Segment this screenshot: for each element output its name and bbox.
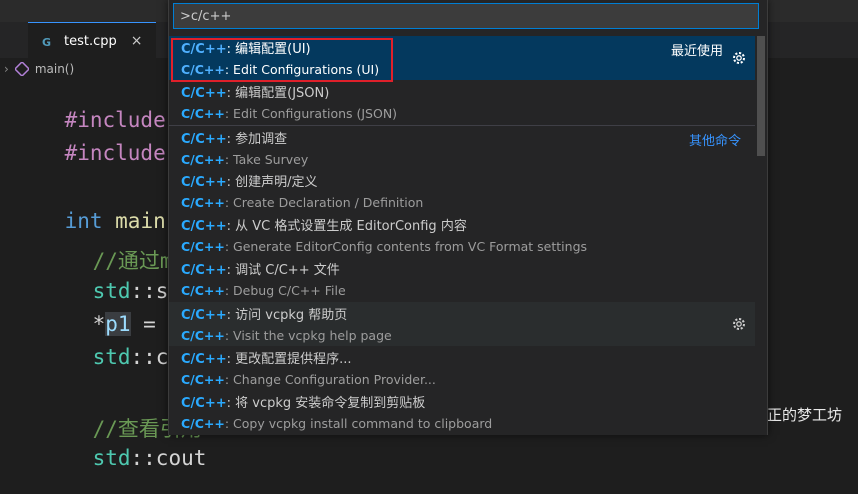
match-prefix: C/C++ [181,131,227,147]
command-label: : 更改配置提供程序... [226,352,352,368]
match-prefix: C/C++ [181,239,225,255]
command-detail: : Copy vcpkg install command to clipboar… [224,416,493,432]
command-item-edit-config-json[interactable]: C/C++: 编辑配置(JSON) C/C++: Edit Configurat… [169,80,755,124]
chevron-right-icon: › [4,62,9,76]
svg-text:G: G [42,36,51,48]
command-label: : 创建声明/定义 [226,174,318,190]
command-detail: : Change Configuration Provider... [224,372,436,388]
gear-icon[interactable] [731,316,747,332]
command-item-create-declaration[interactable]: C/C++: 创建声明/定义 C/C++: Create Declaration… [169,169,755,213]
match-prefix: C/C++ [181,174,227,190]
command-item-take-survey[interactable]: C/C++: 参加调查 C/C++: Take Survey 其他命令 [169,124,755,169]
command-label: : 编辑配置(JSON) [226,86,330,102]
command-item-debug-file[interactable]: C/C++: 调试 C/C++ 文件 C/C++: Debug C/C++ Fi… [169,257,755,301]
close-icon[interactable]: × [131,33,143,49]
tab-test-cpp[interactable]: G test.cpp × [28,22,157,59]
match-prefix: C/C++ [181,194,225,210]
command-item-generate-editorconfig[interactable]: C/C++: 从 VC 格式设置生成 EditorConfig 内容 C/C++… [169,213,755,257]
command-palette: C/C++: 编辑配置(UI) C/C++: Edit Configuratio… [168,0,768,435]
command-list: C/C++: 编辑配置(UI) C/C++: Edit Configuratio… [169,36,755,435]
other-commands-label: 其他命令 [688,133,741,149]
recently-used-label: 最近使用 [670,44,723,59]
command-label: : 从 VC 格式设置生成 EditorConfig 内容 [226,219,467,235]
command-item-edit-config-ui[interactable]: C/C++: 编辑配置(UI) C/C++: Edit Configuratio… [169,36,755,82]
command-detail: : Create Declaration / Definition [224,194,424,210]
command-label: : 调试 C/C++ 文件 [226,263,340,279]
command-detail: : Edit Configurations (JSON) [224,106,398,122]
command-detail: : Generate EditorConfig contents from VC… [224,239,588,255]
command-label: : 访问 vcpkg 帮助页 [226,307,348,323]
match-prefix: C/C++ [181,327,225,343]
cpp-file-icon: G [42,36,51,48]
match-prefix: C/C++ [181,151,225,167]
command-detail: : Take Survey [224,151,309,167]
match-prefix: C/C++ [181,283,225,299]
match-prefix: C/C++ [181,86,227,102]
command-item-vcpkg-help[interactable]: C/C++: 访问 vcpkg 帮助页 C/C++: Visit the vcp… [169,301,755,347]
scrollbar[interactable] [757,36,765,156]
breadcrumb-function[interactable]: main() [35,62,74,76]
command-detail: : Visit the vcpkg help page [224,327,392,343]
match-prefix: C/C++ [181,416,225,432]
match-prefix: C/C++ [181,372,225,388]
command-item-change-provider[interactable]: C/C++: 更改配置提供程序... C/C++: Change Configu… [169,346,755,390]
gear-icon[interactable] [731,50,747,66]
command-item-copy-vcpkg[interactable]: C/C++: 将 vcpkg 安装命令复制到剪贴板 C/C++: Copy vc… [169,390,755,434]
function-icon [14,62,29,76]
match-prefix: C/C++ [181,106,225,122]
match-prefix: C/C++ [181,352,227,368]
command-palette-input[interactable] [173,3,759,29]
tab-label: test.cpp [64,33,117,49]
match-prefix: C/C++ [181,263,227,279]
breadcrumb: › main() [0,58,74,80]
match-prefix: C/C++ [181,219,227,235]
match-prefix: C/C++ [181,307,227,323]
command-label: : 参加调查 [226,131,288,147]
match-prefix: C/C++ [181,396,227,412]
command-label: : 将 vcpkg 安装命令复制到剪贴板 [226,396,426,412]
highlight-annotation [171,38,393,82]
command-detail: : Debug C/C++ File [224,283,346,299]
